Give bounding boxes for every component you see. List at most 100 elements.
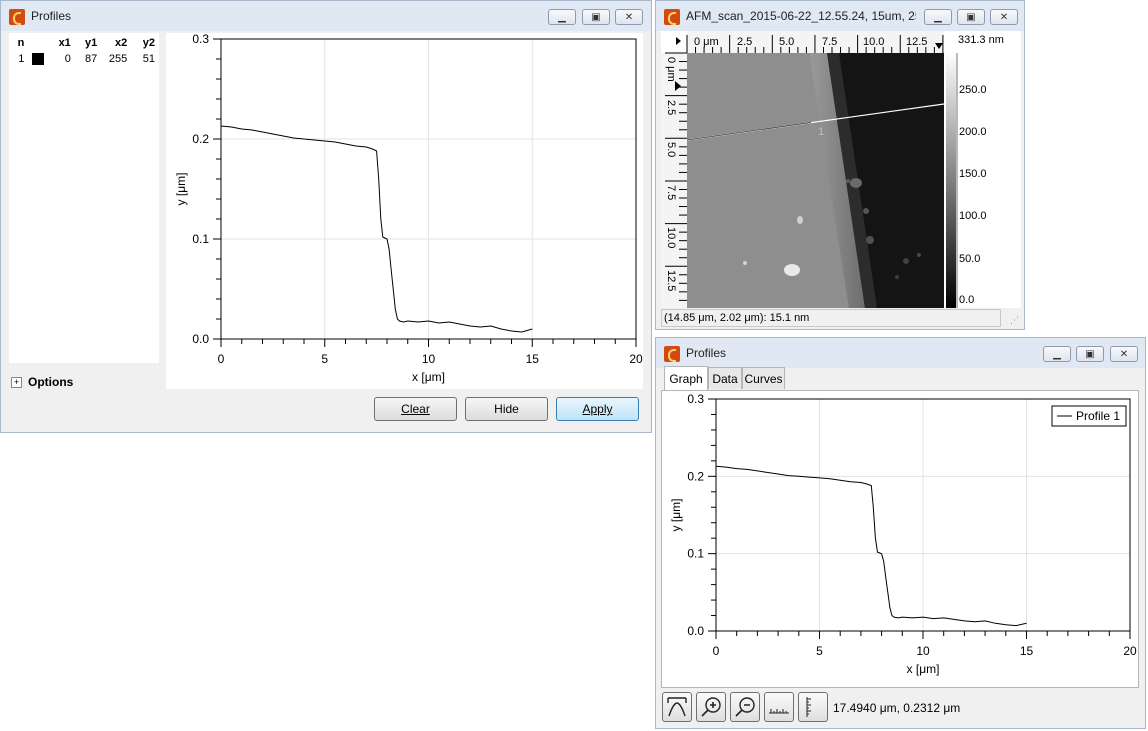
cell-x2: 255 (108, 53, 128, 65)
legend-entry: Profile 1 (1076, 409, 1120, 423)
tab-graph[interactable]: Graph (664, 366, 708, 390)
afm-view-area: 0 μm 2.5 5.0 7.5 10.0 12.5 0 μm 2.5 5.0 … (661, 31, 1021, 308)
maximize-button[interactable]: ▣ (957, 9, 985, 25)
close-button[interactable]: ✕ (990, 9, 1018, 25)
zoom-in-icon (701, 697, 721, 717)
colorbar-max-label: 331.3 nm (958, 34, 1004, 46)
tab-data-label: Data (712, 371, 738, 386)
minimize-button[interactable]: ▁ (548, 9, 576, 25)
cell-n: 1 (18, 53, 25, 65)
gwyddion-app-icon (9, 9, 25, 25)
zoom-out-icon (735, 697, 755, 717)
close-icon: ✕ (624, 11, 634, 23)
y-tick-label: 0.0 (687, 624, 704, 638)
window-title: Profiles (31, 9, 72, 23)
tab-data[interactable]: Data (708, 367, 742, 389)
profile-chart: 0 5 10 15 20 0.0 0.1 0.2 0.3 x [μm] y [μm] (174, 32, 643, 384)
tab-curves-label: Curves (744, 371, 783, 386)
top-ruler-label-1: 2.5 (737, 36, 752, 48)
close-icon: ✕ (1119, 348, 1129, 360)
ruler-corner-arrow-icon (676, 37, 681, 45)
profile-graph-area[interactable]: 0 5 10 15 20 0.0 0.1 0.2 0.3 x [μm] y [μm] (166, 32, 643, 389)
hide-button[interactable]: Hide (465, 397, 548, 421)
top-ruler-label-5: 12.5 (906, 36, 927, 48)
resize-grip-icon[interactable]: ⋰ (1010, 315, 1020, 325)
left-ruler-label-2: 5.0 (665, 142, 677, 157)
zoom-in-button[interactable] (696, 692, 726, 722)
colorbar-label-250: 250.0 (959, 84, 987, 96)
left-ruler-label-1: 2.5 (665, 100, 677, 115)
x-tick-label: 20 (1123, 644, 1137, 658)
apply-button[interactable]: Apply (556, 397, 639, 421)
colorbar-label-100: 100.0 (959, 210, 987, 222)
x-tick-label: 5 (321, 352, 328, 366)
table-header-row: n x1 y1 x2 y2 (9, 35, 159, 51)
tab-curves[interactable]: Curves (742, 367, 785, 389)
false-color-bar[interactable] (946, 53, 956, 308)
graph-cursor-readout: 17.4940 μm, 0.2312 μm (833, 701, 961, 715)
y-tick-label: 0.3 (687, 392, 704, 406)
colorbar-min-label: 0.0 (959, 294, 974, 306)
minimize-icon: ▁ (934, 11, 942, 23)
x-tick-label: 0 (218, 352, 225, 366)
cell-x1: 0 (64, 53, 71, 65)
profile-points-table: n x1 y1 x2 y2 1 0 87 255 51 (9, 35, 159, 67)
profile-line-marker: 1 (818, 126, 824, 138)
close-button[interactable]: ✕ (615, 9, 643, 25)
close-button[interactable]: ✕ (1110, 346, 1138, 362)
cell-color (28, 51, 48, 67)
options-expander[interactable]: + Options (11, 374, 73, 390)
profile-points-list[interactable]: n x1 y1 x2 y2 1 0 87 255 51 (9, 33, 159, 363)
profile-series-line (220, 125, 533, 333)
cursor-value-readout: (14.85 μm, 2.02 μm): 15.1 nm (664, 312, 810, 324)
y-tick-label: 0.2 (687, 469, 704, 483)
clear-button[interactable]: Clear (374, 397, 457, 421)
profiles-graph-titlebar[interactable]: Profiles ▁ ▣ ✕ (656, 338, 1145, 368)
cell-y1: 87 (85, 53, 98, 65)
top-ruler-label-2: 5.0 (779, 36, 794, 48)
cell-y2: 51 (142, 53, 155, 65)
profiles-tool-titlebar[interactable]: Profiles ▁ ▣ ✕ (1, 1, 651, 31)
profile-graph-chart: 0 5 10 15 20 0.0 0.1 0.2 0.3 x [μm] y [μm] Profile … (669, 392, 1137, 676)
gwyddion-app-icon (664, 9, 680, 25)
x-tick-label: 5 (816, 644, 823, 658)
col-header-n: n (17, 37, 25, 49)
graph-panel[interactable]: 0 5 10 15 20 0.0 0.1 0.2 0.3 x [μm] y [μm] Profile … (661, 390, 1139, 688)
y-tick-label: 0.0 (192, 332, 209, 346)
afm-status-bar: (14.85 μm, 2.02 μm): 15.1 nm (661, 309, 1001, 327)
afm-scan-titlebar[interactable]: AFM_scan_2015-06-22_12.55.24, 15um, 256 … (656, 1, 1024, 31)
window-title: AFM_scan_2015-06-22_12.55.24, 15um, 256 … (686, 9, 916, 23)
minimize-button[interactable]: ▁ (924, 9, 952, 25)
clear-button-label: Clear (401, 402, 430, 416)
y-axis-label: y [μm] (174, 173, 188, 206)
profile-color-swatch (32, 53, 45, 65)
x-tick-label: 15 (1020, 644, 1034, 658)
colorbar-label-200: 200.0 (959, 126, 987, 138)
apply-button-label: Apply (582, 402, 613, 416)
maximize-button[interactable]: ▣ (1076, 346, 1104, 362)
minimize-icon: ▁ (1053, 348, 1061, 360)
col-header-y1: y1 (85, 37, 98, 49)
table-row[interactable]: 1 0 87 255 51 (9, 51, 159, 67)
top-ruler-label-4: 10.0 (863, 36, 884, 48)
zoom-out-button[interactable] (730, 692, 760, 722)
x-tick-label: 15 (526, 352, 540, 366)
col-header-x2: x2 (114, 37, 128, 49)
graph-tabs: Graph Data Curves (664, 366, 1144, 390)
left-ruler-label-0: 0 μm (665, 57, 677, 82)
maximize-button[interactable]: ▣ (582, 9, 610, 25)
maximize-icon: ▣ (1085, 348, 1095, 360)
gwyddion-app-icon (664, 346, 680, 362)
x-logscale-button[interactable] (764, 692, 794, 722)
minimize-icon: ▁ (558, 11, 566, 23)
y-tick-label: 0.1 (192, 232, 209, 246)
fit-view-button[interactable] (662, 692, 692, 722)
minimize-button[interactable]: ▁ (1043, 346, 1071, 362)
graph-toolbar: 17.4940 μm, 0.2312 μm (662, 692, 1142, 724)
afm-view: 0 μm 2.5 5.0 7.5 10.0 12.5 0 μm 2.5 5.0 … (661, 31, 1004, 308)
x-tick-label: 0 (713, 644, 720, 658)
tab-graph-label: Graph (669, 371, 703, 386)
afm-height-image[interactable]: 1 (686, 53, 945, 308)
y-logscale-button[interactable] (798, 692, 828, 722)
left-ruler-label-3: 7.5 (665, 185, 677, 200)
